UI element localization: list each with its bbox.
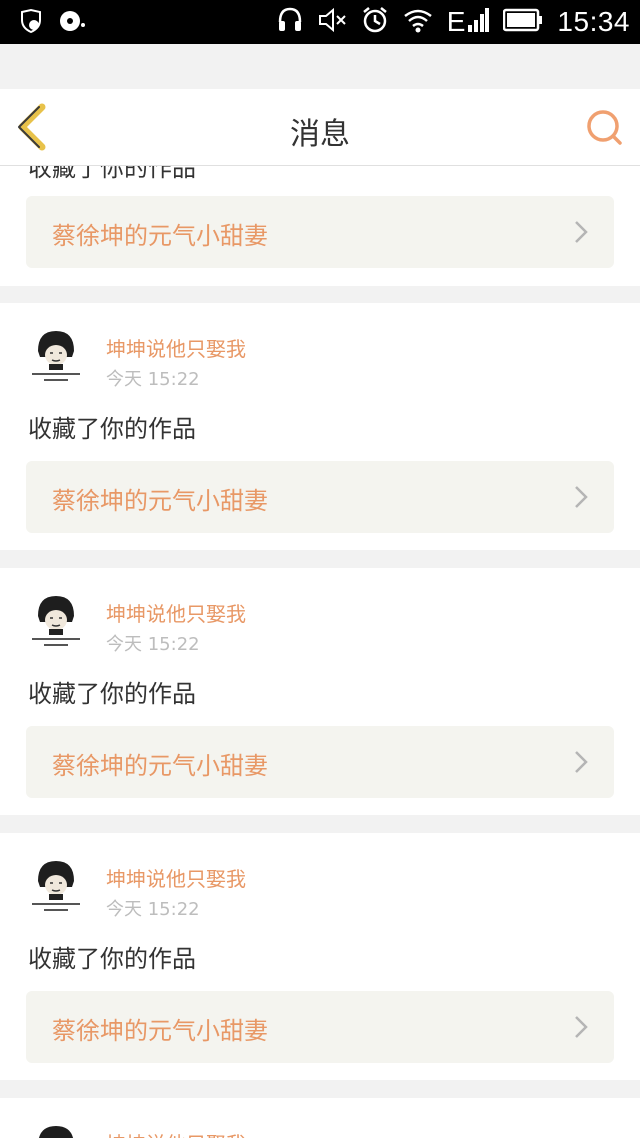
meme-face-avatar: [28, 327, 84, 387]
meme-face-avatar: [28, 857, 84, 917]
action-text: 收藏了你的作品: [28, 680, 196, 708]
chevron-right-icon: [575, 486, 588, 508]
work-link[interactable]: 蔡徐坤的元气小甜妻: [26, 991, 614, 1063]
action-text: 收藏了你的作品: [28, 415, 196, 443]
timestamp: 今天 15:22: [106, 369, 200, 390]
mute-icon: [317, 6, 347, 38]
chevron-right-icon: [575, 1016, 588, 1038]
chevron-right-icon: [575, 751, 588, 773]
status-time: 15:34: [557, 6, 630, 37]
message-list[interactable]: 收藏了你的作品 蔡徐坤的元气小甜妻 坤坤说他只娶我 今天 15:22 收藏了你的…: [0, 166, 640, 1138]
search-button[interactable]: [584, 107, 624, 147]
search-icon: [587, 110, 622, 145]
action-text: 收藏了你的作品: [28, 166, 196, 182]
timestamp: 今天 15:22: [106, 899, 200, 920]
work-title: 蔡徐坤的元气小甜妻: [52, 487, 268, 515]
message-card: 坤坤说他只娶我 今天 15:22 收藏了你的作品 蔡徐坤的元气小甜妻: [0, 568, 640, 815]
work-title: 蔡徐坤的元气小甜妻: [52, 1017, 268, 1045]
page-title: 消息: [290, 117, 350, 152]
status-bar: E 15:34: [0, 0, 640, 44]
work-link[interactable]: 蔡徐坤的元气小甜妻: [26, 196, 614, 268]
alarm-icon: [361, 6, 389, 38]
wifi-icon: [403, 7, 433, 37]
message-card: 坤坤说他只娶我 今天 15:22 收藏了你的作品 蔡徐坤的元气小甜妻: [0, 303, 640, 550]
chevron-right-icon: [575, 221, 588, 243]
battery-icon: [503, 8, 543, 36]
app-header: 消息: [0, 89, 640, 166]
message-card: 坤坤说他只娶我: [0, 1098, 640, 1138]
avatar[interactable]: [28, 857, 84, 917]
timestamp: 今天 15:22: [106, 634, 200, 655]
shield-check-icon: [18, 8, 44, 38]
network-type: E: [446, 6, 466, 37]
message-card: 收藏了你的作品 蔡徐坤的元气小甜妻: [0, 166, 640, 286]
avatar[interactable]: [28, 592, 84, 652]
signal-icon: [467, 7, 490, 37]
top-spacer: [0, 44, 640, 89]
username[interactable]: 坤坤说他只娶我: [106, 598, 246, 627]
action-text: 收藏了你的作品: [28, 945, 196, 973]
headset-icon: [277, 6, 303, 38]
work-title: 蔡徐坤的元气小甜妻: [52, 752, 268, 780]
work-link[interactable]: 蔡徐坤的元气小甜妻: [26, 726, 614, 798]
username[interactable]: 坤坤说他只娶我: [106, 333, 246, 362]
meme-face-avatar: [28, 1122, 84, 1138]
username[interactable]: 坤坤说他只娶我: [106, 863, 246, 892]
work-title: 蔡徐坤的元气小甜妻: [52, 222, 268, 250]
disc-icon: [58, 8, 86, 38]
avatar[interactable]: [28, 327, 84, 387]
work-link[interactable]: 蔡徐坤的元气小甜妻: [26, 461, 614, 533]
meme-face-avatar: [28, 592, 84, 652]
message-card: 坤坤说他只娶我 今天 15:22 收藏了你的作品 蔡徐坤的元气小甜妻: [0, 833, 640, 1080]
username[interactable]: 坤坤说他只娶我: [106, 1128, 246, 1138]
avatar[interactable]: [28, 1122, 84, 1138]
